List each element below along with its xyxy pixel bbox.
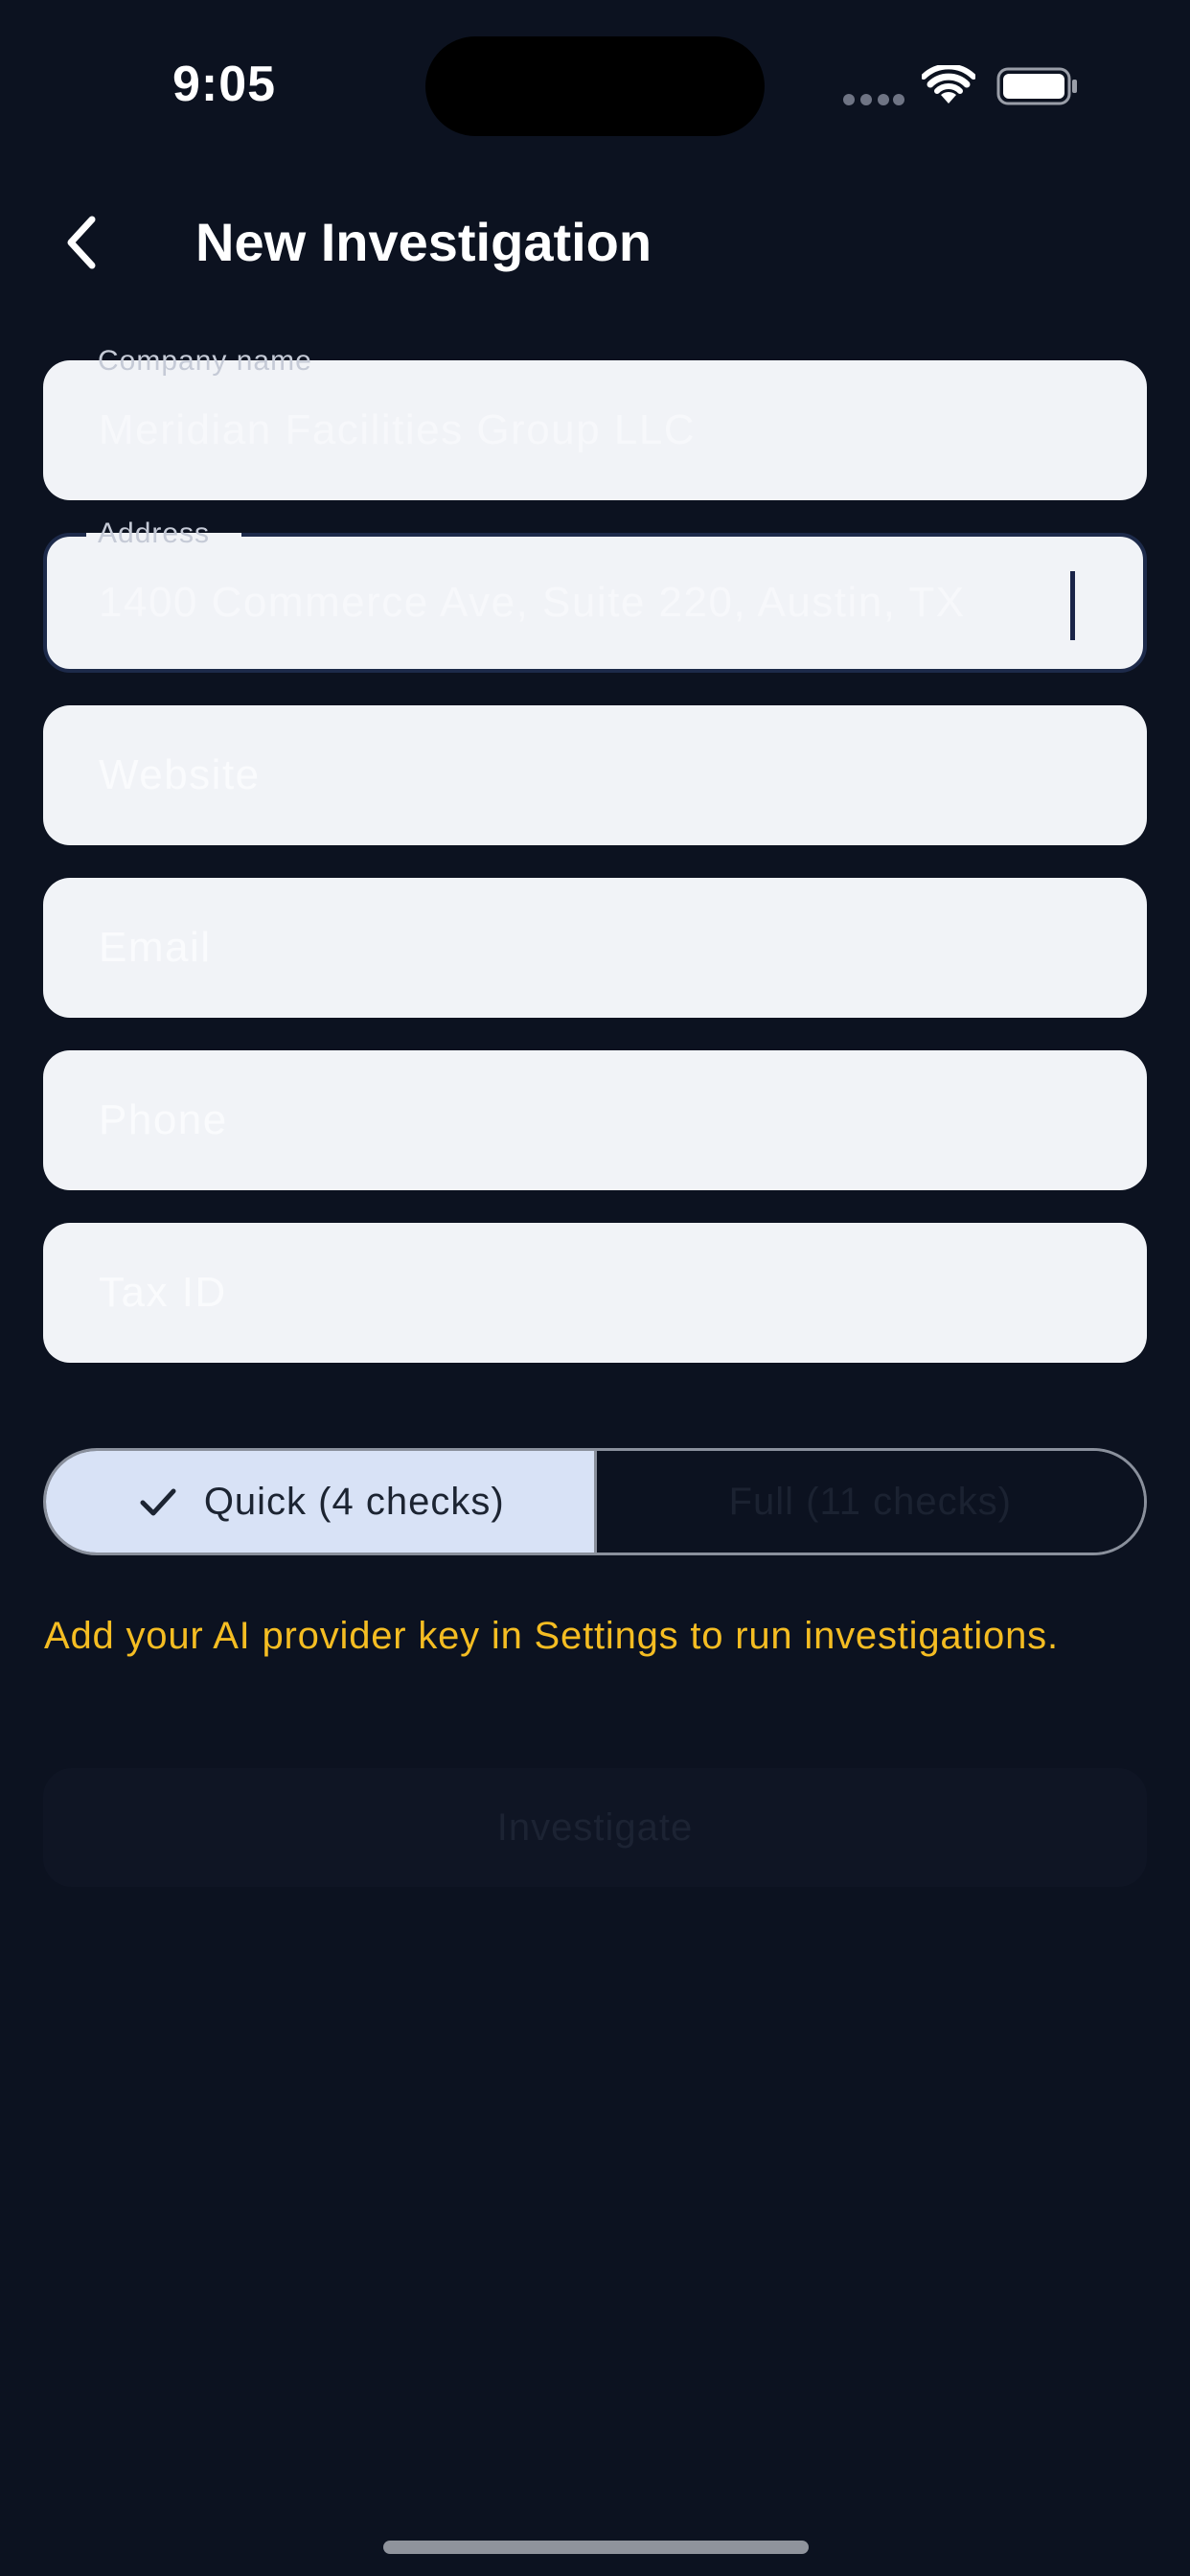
- address-label: Address: [98, 518, 211, 549]
- back-button[interactable]: [50, 209, 111, 276]
- investigate-button[interactable]: Investigate: [43, 1768, 1147, 1887]
- text-cursor: [1070, 571, 1075, 640]
- dynamic-island: [425, 36, 765, 136]
- signal-dots-icon: [843, 94, 904, 105]
- chevron-left-icon: [67, 216, 96, 269]
- segment-quick-label: Quick (4 checks): [203, 1480, 505, 1523]
- page-title: New Investigation: [195, 212, 652, 272]
- tax-id-placeholder: Tax ID: [99, 1269, 227, 1316]
- api-key-warning: Add your AI provider key in Settings to …: [44, 1615, 1059, 1657]
- address-field[interactable]: 1400 Commerce Ave, Suite 220, Austin, TX: [43, 533, 1147, 673]
- email-field[interactable]: Email: [43, 878, 1147, 1018]
- company-name-label: Company name: [98, 345, 312, 377]
- segment-quick[interactable]: Quick (4 checks): [46, 1451, 597, 1552]
- email-placeholder: Email: [99, 924, 212, 971]
- status-time: 9:05: [172, 57, 277, 112]
- website-placeholder: Website: [99, 751, 261, 798]
- website-field[interactable]: Website: [43, 705, 1147, 845]
- phone-field[interactable]: Phone: [43, 1050, 1147, 1190]
- mode-segmented-control: Quick (4 checks) Full (11 checks): [43, 1448, 1147, 1555]
- phone-placeholder: Phone: [99, 1096, 228, 1143]
- segment-full-label: Full (11 checks): [728, 1480, 1012, 1523]
- segment-full[interactable]: Full (11 checks): [596, 1451, 1144, 1552]
- wifi-icon: [922, 65, 975, 104]
- checkmark-icon: [140, 1488, 176, 1516]
- battery-icon: [996, 67, 1077, 105]
- tax-id-field[interactable]: Tax ID: [43, 1223, 1147, 1363]
- company-name-field[interactable]: Meridian Facilities Group LLC: [43, 360, 1147, 500]
- new-investigation-screen: 9:05 New Investigation Meridian Faciliti…: [0, 0, 1190, 2576]
- home-indicator[interactable]: [383, 2541, 809, 2554]
- company-name-value: Meridian Facilities Group LLC: [99, 406, 697, 453]
- address-value: 1400 Commerce Ave, Suite 220, Austin, TX: [99, 579, 966, 626]
